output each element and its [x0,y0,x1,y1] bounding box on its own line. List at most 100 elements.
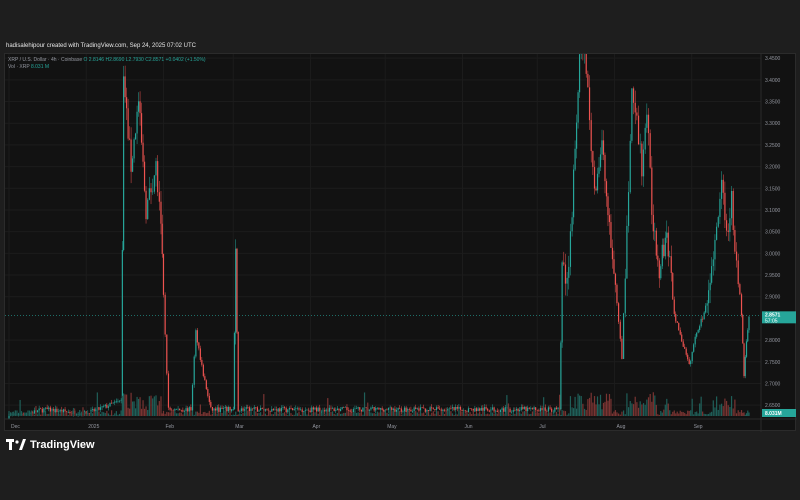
volume-bar [205,413,207,416]
volume-bar [139,397,141,416]
volume-bar [632,404,635,416]
volume-bar [211,413,214,416]
volume-bar [744,414,746,416]
tradingview-logo[interactable]: TradingView [6,439,95,451]
candle-body [352,409,354,413]
volume-bar [740,410,743,416]
volume-bar [266,414,268,416]
volume-bar [403,411,406,416]
volume-bar [611,413,614,416]
candle-body [427,410,430,411]
candle-body [180,410,182,411]
volume-bar [552,414,554,416]
volume-bar [408,410,410,416]
candle-body [126,97,128,109]
candle-body [642,149,645,177]
candle-body [519,410,521,412]
candle-body [312,407,314,410]
candle-body [188,407,190,412]
candle-body [199,348,201,360]
chart-panel[interactable]: 3.4500 3.4000 3.3500 3.3000 3.2500 3.2000 3.15… [4,53,797,432]
volume-bar [183,412,186,416]
volume-bar [293,414,295,416]
volume-bar [639,401,641,416]
volume-bar [153,396,155,416]
candle-body [528,407,530,409]
volume-bar [134,408,137,416]
volume-bar [712,400,714,416]
candle-body [261,407,263,409]
candle-body [153,175,155,192]
candle-body [196,330,198,343]
candle-body [629,140,631,193]
candle-body [678,322,680,331]
volume-bar [215,410,217,416]
candle-body [647,114,650,134]
candle-body [44,407,47,409]
candle-body [171,409,173,411]
candle-body [303,410,305,412]
volume-bar [575,408,578,416]
candle-body [64,409,66,412]
time-tick-label: Mar [235,424,244,430]
volume-bar [391,411,393,416]
volume-bar [681,411,683,416]
candle-body [357,407,359,409]
candle-body [557,407,559,410]
candle-body [607,196,609,216]
volume-bar [499,413,502,416]
candle-body [724,192,726,221]
volume-bar [276,410,278,416]
candle-body [431,407,433,409]
candle-body [495,410,497,412]
volume-bar [432,411,434,416]
candle-body [533,407,535,410]
volume-bar [459,410,462,416]
volume-bar [311,413,313,416]
candle-body [661,244,663,267]
volume-bar [185,411,187,416]
candle-body [118,400,121,402]
candle-body [535,407,537,411]
candle-body [415,407,417,410]
candle-body [560,342,562,410]
volume-bar [301,414,303,416]
volume-bar [304,410,306,416]
time-tick-label: Feb [165,424,174,430]
volume-bar [75,414,78,416]
volume-bar [219,414,222,416]
volume-bar [392,410,394,416]
candle-body [488,410,490,412]
candle-body [260,407,262,411]
candle-body [613,259,615,274]
candle-body [221,407,223,409]
volume-bar [79,410,81,416]
volume-bar [569,396,572,416]
candle-body [742,315,744,344]
candle-body [185,408,187,412]
price-chart[interactable]: 3.4500 3.4000 3.3500 3.3000 3.2500 3.2000 3.15… [5,54,797,432]
candle-body [410,409,412,412]
candle-body [601,140,603,155]
candle-body [641,143,643,177]
volume-bar [25,412,28,416]
volume-bar [544,410,546,416]
candle-body [48,407,50,410]
candle-body [471,408,473,410]
candle-body [424,408,426,412]
volume-bar [137,398,140,416]
candle-body [467,408,470,412]
volume-bar [397,410,399,416]
candle-body [445,410,447,412]
volume-bar [218,412,220,416]
volume-bar [16,410,18,416]
volume-bar [566,414,568,416]
volume-bar [14,410,16,416]
candle-body [697,330,699,333]
candle-body [162,253,165,295]
candle-body [164,294,166,335]
candle-body [616,284,618,304]
volume-bar [303,411,305,416]
volume-bar [283,412,286,416]
candle-body [269,410,271,412]
